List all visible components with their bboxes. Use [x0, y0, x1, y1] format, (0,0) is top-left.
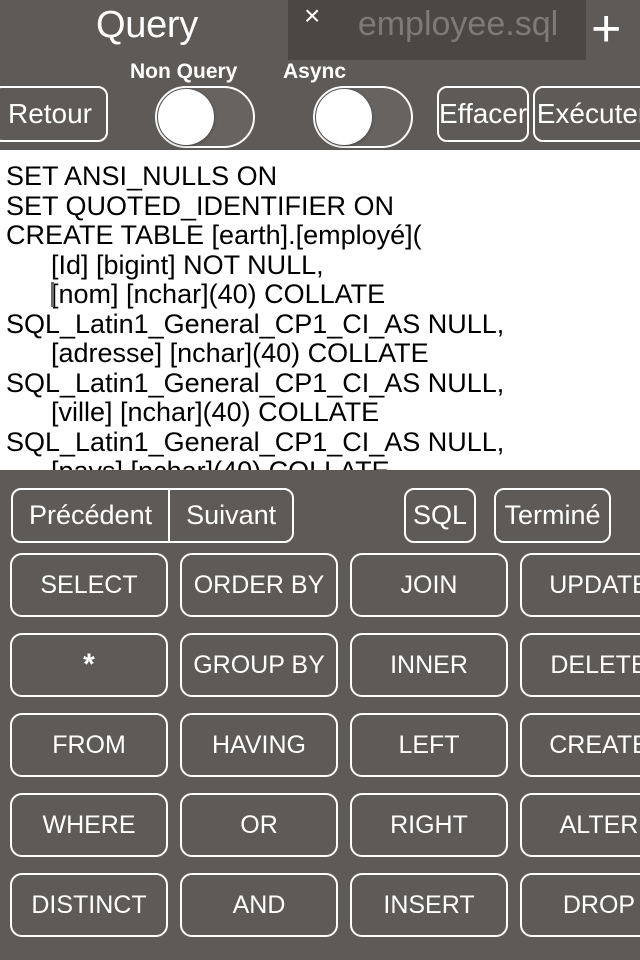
sql-keyword-grid: SELECT ORDER BY JOIN UPDATE * GROUP BY I…	[0, 545, 640, 960]
async-toggle[interactable]	[313, 86, 413, 148]
prev-next-segmented-control[interactable]: Précédent Suivant	[11, 488, 295, 543]
key-delete[interactable]: DELETE	[520, 633, 640, 697]
sql-code-after-caret: [nom] [nchar](40) COLLATE SQL_Latin1_Gen…	[6, 279, 505, 470]
keyword-row: DISTINCT AND INSERT DROP	[0, 865, 640, 945]
close-icon[interactable]: ×	[304, 1, 320, 31]
sql-mode-button[interactable]: SQL	[404, 488, 476, 543]
keyboard-accessory-bar: Précédent Suivant SQL Terminé	[0, 470, 640, 545]
key-group-by[interactable]: GROUP BY	[180, 633, 338, 697]
tab-employee-sql[interactable]: × employee.sql	[288, 0, 586, 60]
keyword-row: WHERE OR RIGHT ALTER	[0, 785, 640, 865]
sql-editor[interactable]: SET ANSI_NULLS ON SET QUOTED_IDENTIFIER …	[0, 150, 640, 470]
toggle-knob	[158, 89, 214, 145]
tab-filename-label: employee.sql	[357, 5, 559, 43]
key-or[interactable]: OR	[180, 793, 338, 857]
key-and[interactable]: AND	[180, 873, 338, 937]
execute-button[interactable]: Exécuter	[533, 86, 640, 142]
key-left[interactable]: LEFT	[350, 713, 508, 777]
keyword-row: SELECT ORDER BY JOIN UPDATE	[0, 545, 640, 625]
key-alter[interactable]: ALTER	[520, 793, 640, 857]
previous-button[interactable]: Précédent	[13, 490, 168, 541]
async-label: Async	[283, 60, 347, 83]
toggle-knob	[316, 89, 372, 145]
text-caret	[51, 282, 55, 307]
key-distinct[interactable]: DISTINCT	[10, 873, 168, 937]
back-button[interactable]: Retour	[0, 86, 108, 142]
sql-code-text[interactable]: SET ANSI_NULLS ON SET QUOTED_IDENTIFIER …	[0, 150, 640, 470]
clear-button[interactable]: Effacer	[437, 86, 529, 142]
key-drop[interactable]: DROP	[520, 873, 640, 937]
non-query-label: Non Query	[130, 60, 238, 83]
keyword-row: * GROUP BY INNER DELETE	[0, 625, 640, 705]
key-right[interactable]: RIGHT	[350, 793, 508, 857]
page-title: Query	[96, 4, 198, 46]
key-asterisk[interactable]: *	[10, 633, 168, 697]
done-button[interactable]: Terminé	[494, 488, 611, 543]
keyword-row: FROM HAVING LEFT CREATE	[0, 705, 640, 785]
query-screen: Query × employee.sql + Non Query Async R…	[0, 0, 640, 960]
key-order-by[interactable]: ORDER BY	[180, 553, 338, 617]
plus-icon[interactable]: +	[591, 0, 621, 60]
top-bar: Query × employee.sql + Non Query Async R…	[0, 0, 640, 150]
key-where[interactable]: WHERE	[10, 793, 168, 857]
key-insert[interactable]: INSERT	[350, 873, 508, 937]
sql-keyboard: Précédent Suivant SQL Terminé SELECT ORD…	[0, 470, 640, 960]
key-join[interactable]: JOIN	[350, 553, 508, 617]
key-update[interactable]: UPDATE	[520, 553, 640, 617]
non-query-toggle[interactable]	[155, 86, 255, 148]
key-select[interactable]: SELECT	[10, 553, 168, 617]
key-having[interactable]: HAVING	[180, 713, 338, 777]
key-from[interactable]: FROM	[10, 713, 168, 777]
key-create[interactable]: CREATE	[520, 713, 640, 777]
key-inner[interactable]: INNER	[350, 633, 508, 697]
next-button[interactable]: Suivant	[168, 490, 292, 541]
